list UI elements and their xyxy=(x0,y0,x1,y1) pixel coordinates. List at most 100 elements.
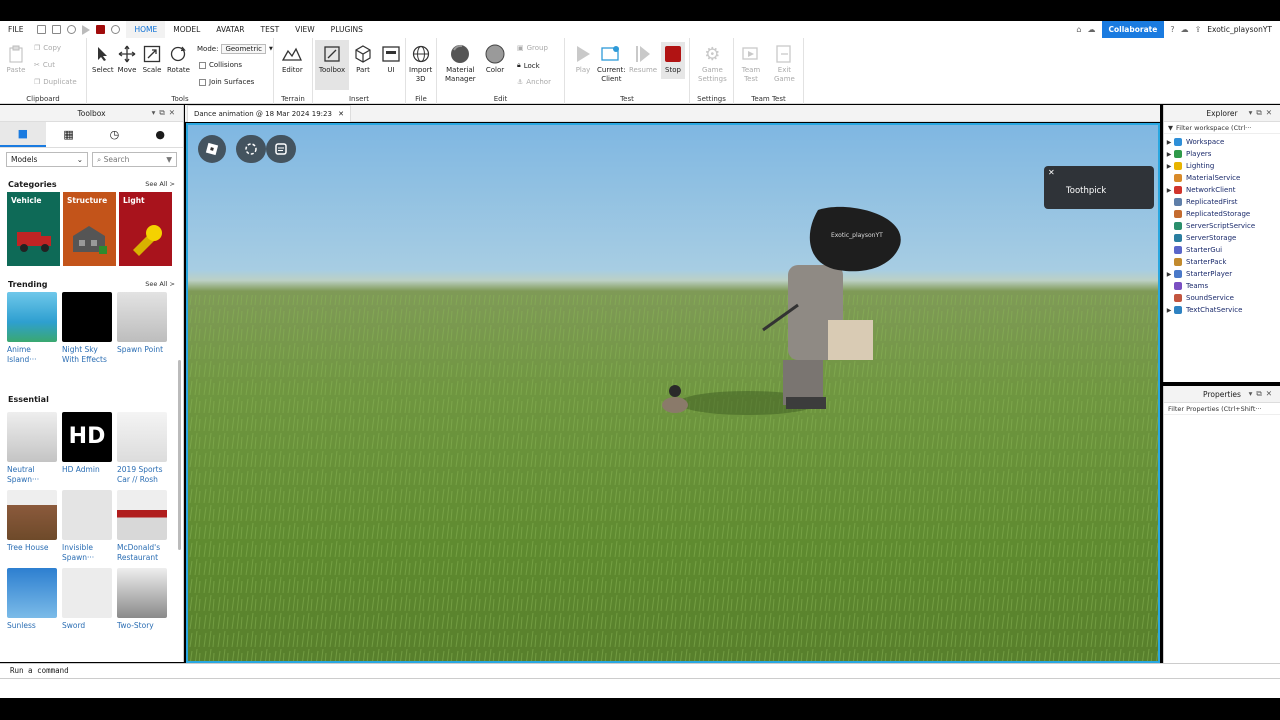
toolbox-item[interactable]: 2019 Sports Car // Rosh xyxy=(117,412,167,485)
toolbox-item[interactable]: Two-Story xyxy=(117,568,167,631)
team-test-button[interactable]: Team Test xyxy=(741,44,761,84)
panel-controls[interactable]: ▾⧉✕ xyxy=(1249,108,1276,118)
explorer-item[interactable]: SoundService xyxy=(1164,292,1280,304)
collisions-toggle[interactable]: Collisions xyxy=(199,61,242,69)
new-icon[interactable] xyxy=(37,25,47,34)
exit-game-button[interactable]: Exit Game xyxy=(774,44,795,84)
tab-test[interactable]: TEST xyxy=(253,21,288,38)
document-tab[interactable]: Dance animation @ 18 Mar 2024 19:23 ✕ xyxy=(187,105,352,122)
explorer-item[interactable]: ReplicatedFirst xyxy=(1164,196,1280,208)
category-dropdown[interactable]: Models ⌄ xyxy=(6,151,88,167)
expand-arrow-icon[interactable]: ▶ xyxy=(1164,271,1174,278)
explorer-item[interactable]: ▶ Players xyxy=(1164,148,1280,160)
stop-icon[interactable] xyxy=(96,25,106,34)
camera-selfview-button[interactable] xyxy=(236,135,266,163)
current-client-button[interactable]: Current: Client xyxy=(597,44,626,84)
anchor-button[interactable]: ⚓︎ Anchor xyxy=(517,78,551,86)
toolbox-item[interactable]: Spawn Point xyxy=(117,292,167,365)
rotate-button[interactable]: Rotate xyxy=(167,44,190,75)
close-icon[interactable]: ✕ xyxy=(1048,168,1055,177)
game-settings-button[interactable]: ⚙ Game Settings xyxy=(698,44,727,84)
share-icon[interactable]: ⇪ xyxy=(1195,25,1202,34)
explorer-item[interactable]: ▶ NetworkClient xyxy=(1164,184,1280,196)
see-all-categories-link[interactable]: See All > xyxy=(145,180,175,188)
explorer-item[interactable]: ▶ TextChatService xyxy=(1164,304,1280,316)
cloud-sync-icon[interactable]: ☁ xyxy=(1181,25,1189,34)
category-structure[interactable]: Structure xyxy=(63,192,116,266)
collaborate-button[interactable]: Collaborate xyxy=(1101,21,1165,38)
toolbox-button[interactable]: Toolbox xyxy=(315,40,349,90)
expand-arrow-icon[interactable]: ▶ xyxy=(1164,151,1174,158)
explorer-item[interactable]: ▶ Lighting xyxy=(1164,160,1280,172)
join-surfaces-toggle[interactable]: Join Surfaces xyxy=(199,78,254,86)
toolbox-item[interactable]: Tree House xyxy=(7,490,57,563)
ui-button[interactable]: UI xyxy=(381,44,401,75)
explorer-item[interactable]: ▶ Workspace xyxy=(1164,136,1280,148)
undo-icon[interactable] xyxy=(67,25,77,34)
tab-view[interactable]: VIEW xyxy=(287,21,323,38)
cut-button[interactable]: ✂ Cut xyxy=(34,61,55,69)
command-bar[interactable]: Run a command xyxy=(0,663,1280,679)
game-viewport[interactable]: Exotic_playsonYT ✕ Toothpick xyxy=(186,123,1160,663)
toolbox-item[interactable]: Sunless xyxy=(7,568,57,631)
save-icon[interactable] xyxy=(52,25,62,34)
see-all-trending-link[interactable]: See All > xyxy=(145,280,175,288)
play-button[interactable]: Play xyxy=(573,44,593,75)
expand-arrow-icon[interactable]: ▶ xyxy=(1164,187,1174,194)
explorer-item[interactable]: ReplicatedStorage xyxy=(1164,208,1280,220)
roblox-menu-button[interactable] xyxy=(198,135,226,163)
lock-button[interactable]: 🔒︎ Lock xyxy=(517,61,540,70)
terrain-editor-button[interactable]: Editor xyxy=(282,44,303,75)
chat-button[interactable] xyxy=(266,135,296,163)
panel-controls[interactable]: ▾⧉✕ xyxy=(152,108,179,118)
expand-arrow-icon[interactable]: ▶ xyxy=(1164,307,1174,314)
file-menu[interactable]: FILE xyxy=(0,21,31,38)
mode-selector[interactable]: Mode: Geometric ▼ xyxy=(197,44,273,54)
copy-button[interactable]: ❐ Copy xyxy=(34,44,61,52)
expand-arrow-icon[interactable]: ▶ xyxy=(1164,139,1174,146)
expand-arrow-icon[interactable]: ▶ xyxy=(1164,163,1174,170)
explorer-item[interactable]: MaterialService xyxy=(1164,172,1280,184)
tab-avatar[interactable]: AVATAR xyxy=(208,21,252,38)
color-button[interactable]: Color xyxy=(485,44,505,75)
tab-plugins[interactable]: PLUGINS xyxy=(323,21,371,38)
explorer-item[interactable]: StarterPack xyxy=(1164,256,1280,268)
group-button[interactable]: ▣ Group xyxy=(517,44,548,52)
play-icon[interactable] xyxy=(82,24,91,35)
scale-button[interactable]: Scale xyxy=(142,44,162,75)
explorer-item[interactable]: ServerScriptService xyxy=(1164,220,1280,232)
import-3d-button[interactable]: Import 3D xyxy=(409,44,432,84)
tab-model[interactable]: MODEL xyxy=(165,21,208,38)
tab-home[interactable]: HOME xyxy=(126,21,166,38)
toolbox-item[interactable]: Sword xyxy=(62,568,112,631)
toolbox-scrollbar[interactable] xyxy=(178,360,181,550)
toolbox-item[interactable]: Invisible Spawn··· xyxy=(62,490,112,563)
category-vehicle[interactable]: Vehicle xyxy=(7,192,60,266)
close-icon[interactable]: ✕ xyxy=(338,110,344,118)
toolbox-item[interactable]: Anime Island··· xyxy=(7,292,57,365)
paste-button[interactable]: Paste xyxy=(6,44,26,75)
explorer-item[interactable]: Teams xyxy=(1164,280,1280,292)
category-light[interactable]: Light xyxy=(119,192,172,266)
cloud-icon[interactable]: ☁ xyxy=(1088,25,1096,34)
tab-marketplace[interactable]: ■ xyxy=(0,122,46,147)
part-button[interactable]: Part xyxy=(353,44,373,75)
settings-icon[interactable] xyxy=(111,25,121,34)
help-icon[interactable]: ? xyxy=(1170,25,1174,34)
stop-button[interactable]: Stop xyxy=(661,42,685,79)
material-manager-button[interactable]: Material Manager xyxy=(445,44,476,84)
explorer-item[interactable]: StarterGui xyxy=(1164,244,1280,256)
move-button[interactable]: Move xyxy=(117,44,137,75)
resume-button[interactable]: Resume xyxy=(629,44,657,75)
explorer-item[interactable]: ▶ StarterPlayer xyxy=(1164,268,1280,280)
properties-filter-input[interactable]: Filter Properties (Ctrl+Shift··· xyxy=(1164,403,1280,415)
panel-controls[interactable]: ▾⧉✕ xyxy=(1249,389,1276,399)
duplicate-button[interactable]: ❐ Duplicate xyxy=(34,78,77,86)
explorer-filter-input[interactable]: ▼ Filter workspace (Ctrl··· xyxy=(1164,122,1280,134)
command-input[interactable]: Run a command xyxy=(10,666,69,675)
join-surfaces-checkbox[interactable] xyxy=(199,78,206,86)
toolbox-item[interactable]: McDonald's Restaurant xyxy=(117,490,167,563)
collisions-checkbox[interactable] xyxy=(199,61,206,69)
toolbox-item[interactable]: HD HD Admin xyxy=(62,412,112,485)
toolbox-item[interactable]: Night Sky With Effects xyxy=(62,292,112,365)
